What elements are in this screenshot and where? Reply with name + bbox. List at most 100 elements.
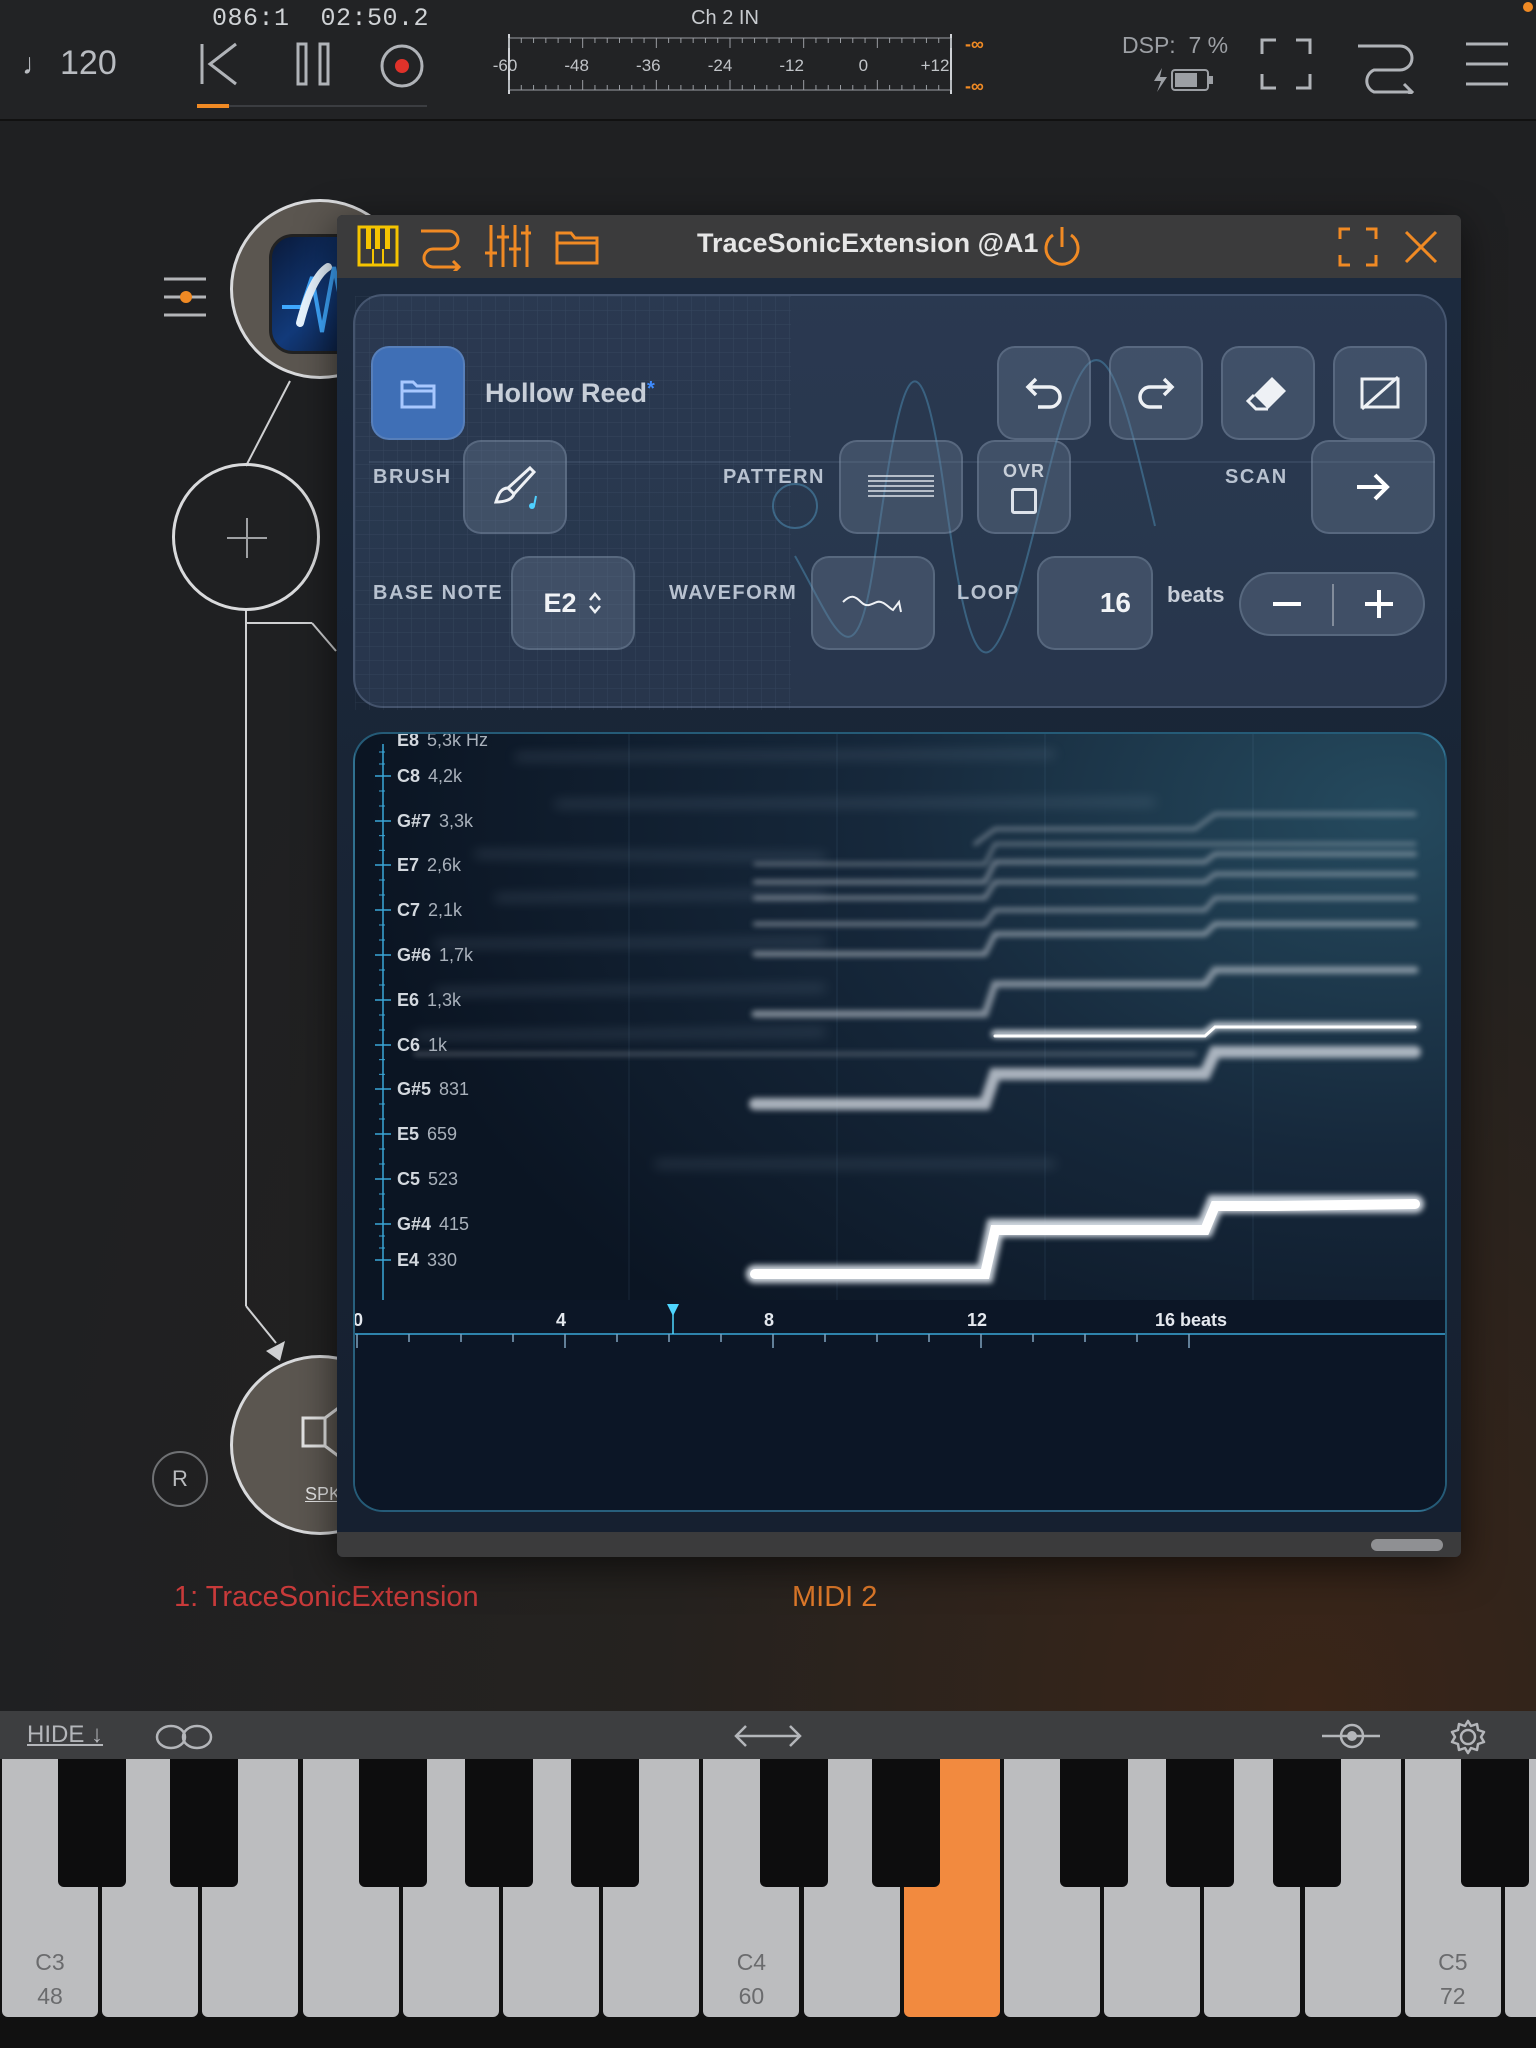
progress-track[interactable]	[197, 105, 427, 107]
loop-increment-button[interactable]	[1333, 574, 1425, 634]
redo-button[interactable]	[1109, 346, 1203, 440]
key-note-number: 60	[738, 1983, 765, 2009]
frequency-note: C5	[397, 1169, 421, 1189]
frequency-label: G#4 415	[397, 1214, 469, 1235]
power-icon[interactable]	[1041, 225, 1083, 269]
frequency-note: E4	[397, 1250, 420, 1270]
frequency-hz: 4,2k	[428, 766, 463, 786]
key-note-name: C4	[736, 1949, 767, 1975]
black-key[interactable]	[759, 1759, 828, 1887]
undo-button[interactable]	[997, 346, 1091, 440]
frequency-label: E4 330	[397, 1250, 457, 1271]
base-note-label: BASE NOTE	[373, 582, 504, 604]
frequency-note: G#4	[397, 1214, 432, 1234]
waveform-button[interactable]	[811, 556, 935, 650]
frequency-label: C6 1k	[397, 1035, 447, 1056]
brush-button[interactable]	[463, 440, 567, 534]
node-settings-icon[interactable]	[162, 275, 208, 319]
scan-label: SCAN	[1225, 466, 1288, 488]
scroll-keyboard-icon[interactable]	[732, 1723, 804, 1749]
piano-icon[interactable]	[357, 225, 399, 267]
waveform-label: WAVEFORM	[669, 582, 798, 604]
black-key[interactable]	[358, 1759, 427, 1887]
resize-handle[interactable]	[1371, 1539, 1443, 1551]
meter-scale: -60 -48 -36 -24 -12 0 +12	[490, 56, 960, 80]
plugin-routing-icon[interactable]	[419, 223, 463, 271]
frequency-hz: 5,3k Hz	[427, 732, 489, 750]
key-note-name: C3	[35, 1949, 65, 1975]
clear-canvas-button[interactable]	[1333, 346, 1427, 440]
frequency-label: E6 1,3k	[397, 990, 461, 1011]
folder-icon[interactable]	[555, 227, 599, 265]
link-icon[interactable]	[154, 1723, 214, 1751]
black-key[interactable]	[58, 1759, 127, 1887]
black-key[interactable]	[1166, 1759, 1235, 1887]
dsp-value: 7 %	[1188, 32, 1229, 58]
add-node-button[interactable]	[172, 463, 320, 611]
loop-value: 16	[1099, 587, 1131, 618]
loop-decrement-button[interactable]	[1241, 574, 1333, 634]
hide-keyboard-button[interactable]: HIDE ↓	[27, 1721, 103, 1749]
piano-keyboard: C3 48 C4 60 C5 72	[0, 1759, 1536, 2048]
ovr-checkbox[interactable]	[1011, 487, 1037, 514]
black-key[interactable]	[571, 1759, 640, 1887]
record-button[interactable]	[378, 42, 426, 90]
pause-button[interactable]	[294, 42, 334, 86]
minus-icon	[1273, 602, 1301, 606]
spectrogram-drawing	[355, 734, 1445, 1510]
black-key[interactable]	[871, 1759, 940, 1887]
scan-button[interactable]	[1311, 440, 1435, 534]
meter-scale-label: -60	[492, 56, 518, 75]
mixer-icon[interactable]	[485, 223, 531, 269]
brush-icon	[493, 465, 537, 509]
frequency-note: C6	[397, 1035, 421, 1055]
eraser-icon	[1246, 377, 1286, 411]
velocity-slider-icon[interactable]	[1320, 1721, 1382, 1751]
stepper-icon	[588, 592, 601, 614]
meter-scale-label: -48	[564, 56, 589, 75]
black-key[interactable]	[170, 1759, 239, 1887]
brush-label: BRUSH	[373, 466, 452, 488]
loop-length-field[interactable]: 16	[1037, 556, 1153, 650]
midi-label[interactable]: MIDI 2	[792, 1581, 877, 1614]
black-key[interactable]	[1272, 1759, 1341, 1887]
fullscreen-icon[interactable]	[1260, 38, 1312, 90]
battery-icon	[1154, 68, 1213, 92]
pattern-label: PATTERN	[723, 466, 825, 488]
base-note-selector[interactable]: E2	[511, 556, 635, 650]
frequency-label: G#5 831	[397, 1079, 469, 1100]
ovr-toggle[interactable]: OVR	[977, 440, 1071, 534]
frequency-hz: 2,6k	[427, 855, 462, 875]
meter-scale-label: 0	[858, 56, 869, 75]
routing-icon[interactable]	[1356, 34, 1418, 94]
close-icon[interactable]	[1403, 229, 1439, 265]
gear-icon[interactable]	[1450, 1719, 1486, 1755]
track-name[interactable]: 1: TraceSonicExtension	[174, 1581, 479, 1614]
dsp-label: DSP:	[1122, 32, 1176, 58]
frequency-hz: 1,3k	[427, 990, 462, 1010]
erase-button[interactable]	[1221, 346, 1315, 440]
plugin-footer	[337, 1532, 1461, 1557]
record-arm-button[interactable]: R	[152, 1451, 208, 1507]
frequency-hz: 1k	[428, 1035, 448, 1055]
note-icon: ♩	[22, 48, 52, 81]
peak-top: -∞	[965, 34, 984, 54]
preset-name[interactable]: Hollow Reed*	[485, 378, 655, 409]
pattern-button[interactable]	[839, 440, 963, 534]
expand-icon[interactable]	[1338, 227, 1378, 267]
arrow-right-icon	[1357, 473, 1390, 501]
control-panel: Hollow Reed* BRUSH PATTERN OVR SCAN BASE…	[353, 294, 1447, 710]
frequency-note: E5	[397, 1124, 420, 1144]
beat-label: 4	[555, 1310, 567, 1330]
tempo-value: 120	[60, 44, 117, 82]
rewind-button[interactable]	[198, 40, 242, 88]
beat-label: 12	[966, 1310, 988, 1330]
black-key[interactable]	[1461, 1759, 1529, 1887]
tempo-display[interactable]: ♩ 120	[22, 44, 117, 83]
spectrogram-canvas[interactable]: E8 5,3k Hz C8 4,2k G#7 3,3k E7 2,6k C7 2,1k G#6 1,7…	[353, 732, 1447, 1512]
menu-icon[interactable]	[1464, 40, 1510, 88]
frequency-note: G#7	[397, 811, 432, 831]
preset-folder-button[interactable]	[371, 346, 465, 440]
black-key[interactable]	[465, 1759, 533, 1887]
black-key[interactable]	[1060, 1759, 1129, 1887]
